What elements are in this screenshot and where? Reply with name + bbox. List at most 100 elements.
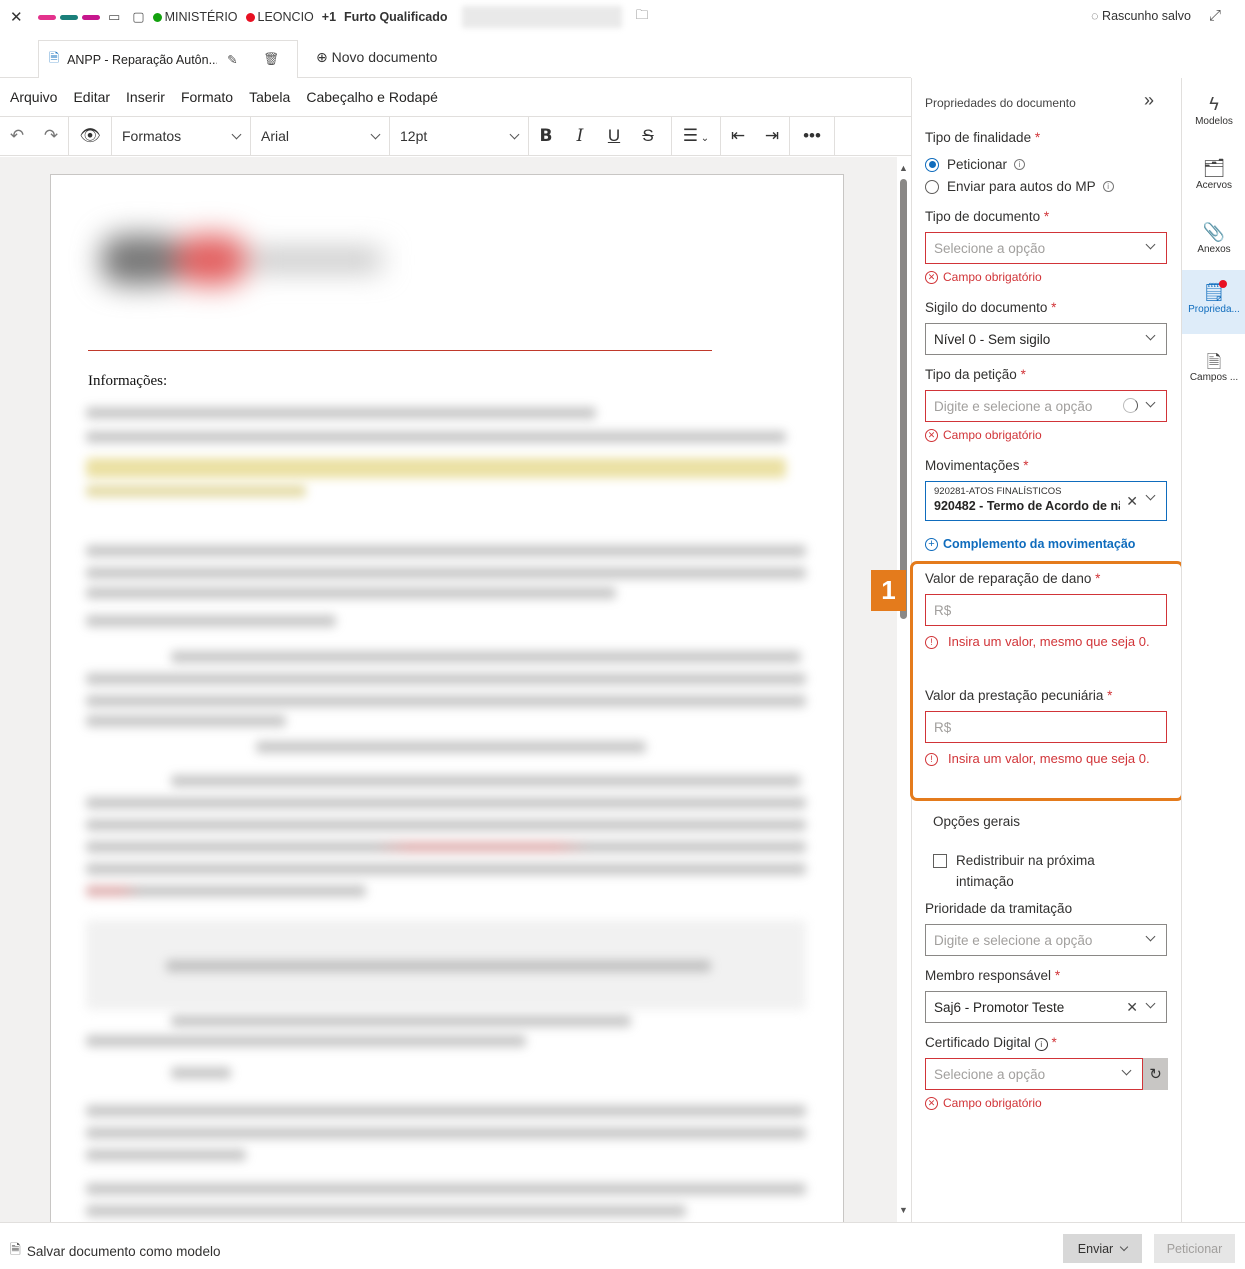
clear-icon[interactable]: ✕ <box>1126 493 1138 510</box>
archive-icon: 🗂 <box>1202 158 1226 178</box>
rail-modelos[interactable]: ϟ Modelos <box>1182 88 1245 142</box>
menu-tabela[interactable]: Tabela <box>249 89 290 105</box>
redo-icon[interactable]: ↷ <box>34 126 68 146</box>
rail-propriedades[interactable]: 🗒 Proprieda... <box>1182 270 1245 334</box>
valor-prestacao-input[interactable]: R$ <box>925 711 1167 743</box>
document-page[interactable]: Informações: <box>50 174 844 1222</box>
paperclip-icon: 📎 <box>1202 222 1226 242</box>
enviar-button[interactable]: Enviar <box>1063 1234 1142 1263</box>
monitor-icon[interactable]: ▭ <box>108 9 120 25</box>
tipo-documento-select[interactable]: Selecione a opção <box>925 232 1167 264</box>
prioridade-input[interactable]: Digite e selecione a opção <box>925 924 1167 956</box>
close-icon[interactable]: ✕ <box>10 8 24 26</box>
valor-reparacao-input[interactable]: R$ <box>925 594 1167 626</box>
menu-arquivo[interactable]: Arquivo <box>10 89 57 105</box>
complemento-movimentacao-link[interactable]: + Complemento da movimentação <box>925 537 1135 551</box>
undo-icon[interactable]: ↶ <box>0 126 34 146</box>
valor-reparacao-label: Valor de reparação de dano * <box>925 571 1101 586</box>
info-icon[interactable]: i <box>1014 159 1026 170</box>
indent-icon[interactable]: ⇥ <box>755 126 789 146</box>
menu-inserir[interactable]: Inserir <box>126 89 165 105</box>
sigilo-label: Sigilo do documento * <box>925 300 1057 315</box>
menu-editar[interactable]: Editar <box>73 89 110 105</box>
new-document-button[interactable]: ⊕ Novo documento <box>316 49 437 66</box>
error-info-icon: ! <box>925 753 938 766</box>
preview-eye-icon[interactable]: 👁 <box>69 126 111 146</box>
radio-selected-icon <box>925 157 939 172</box>
redistribuir-checkbox[interactable]: Redistribuir na próxima intimação <box>933 850 1126 892</box>
error-x-icon: ✕ <box>925 1096 938 1110</box>
rail-modelos-label: Modelos <box>1195 116 1233 127</box>
movimentacoes-label: Movimentações * <box>925 458 1029 473</box>
person-label: LEONCIO <box>257 10 314 24</box>
trash-icon[interactable]: 🗑 <box>264 52 280 67</box>
chevron-down-icon <box>509 129 520 139</box>
error-x-icon: ✕ <box>925 270 938 284</box>
membro-select[interactable]: Saj6 - Promotor Teste ✕ <box>925 991 1167 1023</box>
info-icon[interactable]: i <box>1034 1038 1048 1051</box>
plus-circle-icon: ⊕ <box>316 49 328 65</box>
scroll-down-icon[interactable]: ▼ <box>899 1205 908 1215</box>
movimentacoes-select[interactable]: 920281-ATOS FINALÍSTICOS 920482 - Termo … <box>925 481 1167 521</box>
draft-status: ◌ Rascunho salvo <box>1091 9 1191 23</box>
chevron-down-icon <box>1145 239 1156 250</box>
step-badge: 1 <box>871 570 906 611</box>
person-status-dot <box>245 12 255 22</box>
tab-document[interactable]: 🗎 ANPP - Reparação Autôn... ✎ 🗑 <box>38 40 298 78</box>
more-options-icon[interactable]: ••• <box>790 126 834 146</box>
sigilo-select[interactable]: Nível 0 - Sem sigilo <box>925 323 1167 355</box>
scrollbar-thumb[interactable] <box>900 179 907 619</box>
check-circle-icon: ◌ <box>1091 9 1099 23</box>
tipo-peticao-input[interactable]: Digite e selecione a opção <box>925 390 1167 422</box>
rail-campos-label: Campos ... <box>1189 372 1239 383</box>
collapse-double-chevron-icon[interactable]: » <box>1144 90 1154 111</box>
search-document-icon: 🗎 <box>1206 352 1222 372</box>
tipo-documento-error: ✕ Campo obrigatório <box>925 270 1042 284</box>
strikethrough-icon[interactable]: S <box>631 126 665 146</box>
outdent-icon[interactable]: ⇤ <box>721 126 755 146</box>
font-size-select[interactable]: 12pt <box>390 116 528 156</box>
refresh-certificate-button[interactable]: ↻ <box>1143 1058 1168 1090</box>
radio-enviar-autos[interactable]: Enviar para autos do MP i <box>925 179 1114 194</box>
valor-reparacao-error: ! Insira um valor, mesmo que seja 0. <box>925 631 1167 653</box>
italic-icon[interactable]: I <box>563 126 597 146</box>
folder-icon[interactable]: 🗀 <box>636 6 649 28</box>
formats-select[interactable]: Formatos <box>112 116 250 156</box>
rail-anexos[interactable]: 📎 Anexos <box>1182 216 1245 270</box>
clear-icon[interactable]: ✕ <box>1126 999 1138 1016</box>
rail-campos[interactable]: 🗎 Campos ... <box>1182 344 1245 398</box>
movimentacao-category: 920281-ATOS FINALÍSTICOS <box>934 486 1062 497</box>
loading-spinner-icon <box>1123 398 1138 413</box>
expand-icon[interactable]: ⤢ <box>1209 7 1221 24</box>
checkbox-icon[interactable] <box>933 854 947 868</box>
movimentacao-value: 920482 - Termo de Acordo de não <box>934 499 1120 513</box>
tipo-peticao-label: Tipo da petição * <box>925 367 1026 382</box>
menu-formato[interactable]: Formato <box>181 89 233 105</box>
header-divider <box>88 350 712 351</box>
chevron-down-icon <box>1145 998 1156 1009</box>
rail-propriedades-label: Proprieda... <box>1188 304 1240 315</box>
menu-cabecalho-rodape[interactable]: Cabeçalho e Rodapé <box>306 89 438 105</box>
bold-icon[interactable]: B <box>529 126 563 146</box>
properties-panel: Propriedades do documento » Tipo de fina… <box>871 78 1184 1222</box>
redacted-letterhead <box>71 215 401 295</box>
rail-acervos[interactable]: 🗂 Acervos <box>1182 152 1245 206</box>
chevron-down-icon <box>1145 931 1156 942</box>
radio-peticionar[interactable]: Peticionar i <box>925 157 1026 172</box>
peticionar-button[interactable]: Peticionar <box>1154 1234 1235 1263</box>
font-size-value: 12pt <box>400 128 428 144</box>
menu-bar: Arquivo Editar Inserir Formato Tabela Ca… <box>10 89 438 105</box>
tag-magenta <box>82 14 100 20</box>
font-select[interactable]: Arial <box>251 116 389 156</box>
align-left-icon[interactable]: ☰ ⌄ <box>672 126 720 146</box>
pencil-icon[interactable]: ✎ <box>227 52 237 67</box>
underline-icon[interactable]: U <box>597 126 631 146</box>
extra-count[interactable]: +1 <box>322 10 336 24</box>
certificado-select[interactable]: Selecione a opção <box>925 1058 1143 1090</box>
scroll-up-icon[interactable]: ▲ <box>899 163 908 173</box>
comment-icon[interactable]: ▢ <box>132 9 144 25</box>
save-as-model-button[interactable]: 🗎 Salvar documento como modelo <box>10 1240 220 1263</box>
editor-scrollbar[interactable]: ▲ ▼ <box>897 157 911 1222</box>
document-icon: 🗎 <box>49 51 60 65</box>
info-icon[interactable]: i <box>1102 181 1114 192</box>
